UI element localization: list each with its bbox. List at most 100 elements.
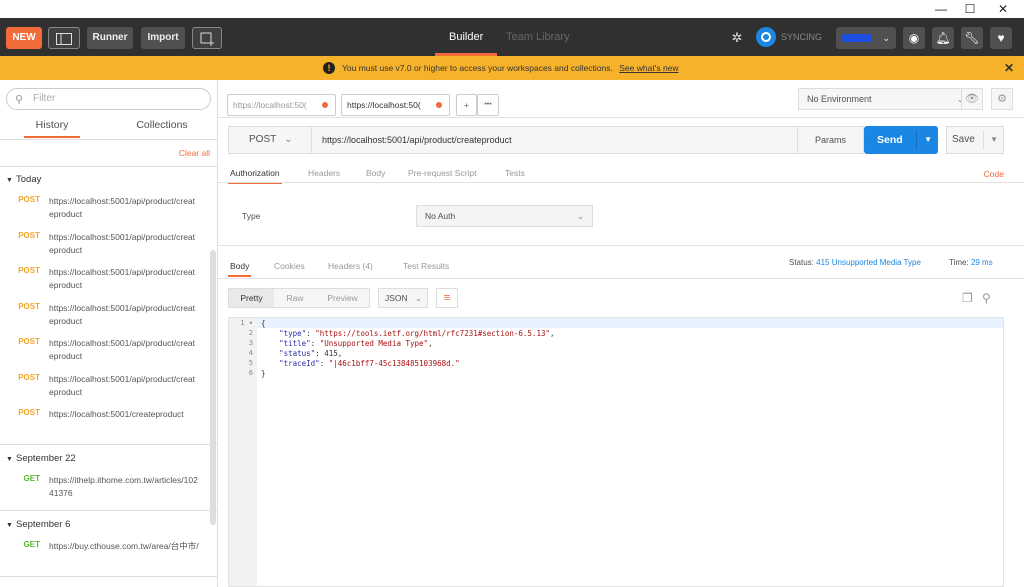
format-select[interactable]: JSON ⌄ — [378, 288, 428, 308]
method-badge: GET — [23, 540, 40, 549]
search-icon[interactable]: ⚲ — [982, 291, 991, 305]
sidebar-toggle-icon — [56, 33, 72, 45]
copy-icon[interactable]: ❐ — [962, 291, 973, 305]
tab-body[interactable]: Body — [366, 168, 385, 178]
tab-response-headers[interactable]: Headers (4) — [328, 261, 373, 271]
tab-history[interactable]: History — [0, 118, 104, 138]
method-badge: POST — [18, 195, 40, 204]
sidebar: ⚲ Filter History Collections Clear all ▼… — [0, 80, 218, 587]
time-label: Time: — [949, 258, 969, 267]
minimize-button[interactable]: — — [926, 1, 956, 17]
code-link[interactable]: Code — [984, 169, 1004, 179]
method-badge: POST — [18, 373, 40, 382]
request-tab[interactable]: https://localhost:50( — [341, 94, 450, 116]
status-value: 415 Unsupported Media Type — [816, 258, 921, 267]
line-number: 1 ▾ — [240, 319, 253, 327]
search-input[interactable]: ⚲ Filter — [6, 88, 211, 110]
tab-headers[interactable]: Headers — [308, 168, 340, 178]
history-group-september-6[interactable]: ▼ September 6 — [6, 519, 70, 530]
wrench-icon[interactable]: 🔧︎ — [961, 27, 983, 49]
runner-button[interactable]: Runner — [87, 27, 133, 49]
gear-icon[interactable]: ⚙ — [991, 88, 1013, 110]
history-url: https://ithelp.ithome.com.tw/articles/10… — [49, 475, 198, 498]
environment-select[interactable]: No Environment⌄ — [798, 88, 973, 110]
chevron-down-icon: ⌄ — [576, 211, 584, 221]
interceptor-icon[interactable]: ✲ — [728, 29, 746, 47]
response-status: Status: 415 Unsupported Media Type — [789, 258, 921, 267]
sidebar-toggle-button[interactable] — [48, 27, 80, 49]
method-select[interactable]: POST ⌄ — [229, 127, 312, 153]
save-button[interactable]: Save ▼ — [946, 126, 1004, 154]
tab-pre-request-script[interactable]: Pre-request Script — [408, 168, 477, 178]
maximize-button[interactable]: ☐ — [955, 1, 985, 17]
divider — [218, 245, 1024, 246]
view-raw-button[interactable]: Raw — [274, 289, 316, 307]
radar-icon[interactable]: ◉ — [903, 27, 925, 49]
chevron-down-icon: ⌄ — [284, 134, 293, 145]
send-button[interactable]: Send ▼ — [864, 126, 938, 154]
import-button[interactable]: Import — [141, 27, 185, 49]
auth-type-select[interactable]: No Auth ⌄ — [416, 205, 593, 227]
bell-icon[interactable]: 🔔︎ — [932, 27, 954, 49]
response-time: Time: 29 ms — [949, 258, 993, 267]
environment-value: No Environment — [807, 94, 872, 104]
new-window-button[interactable] — [192, 27, 222, 49]
group-label: Today — [16, 174, 42, 185]
tab-tests[interactable]: Tests — [505, 168, 525, 178]
auth-type-label: Type — [242, 211, 261, 221]
more-tabs-button[interactable]: ••• — [477, 94, 499, 116]
close-icon[interactable]: ✕ — [1004, 56, 1014, 80]
history-group-september-22[interactable]: ▼ September 22 — [6, 453, 76, 464]
params-button[interactable]: Params — [797, 127, 863, 153]
view-mode-group: Pretty Raw Preview — [228, 288, 370, 308]
code-line: "traceId": "|46c1bff7-45c138485103968d." — [279, 359, 460, 368]
chevron-down-icon[interactable]: ▼ — [990, 127, 998, 153]
chevron-down-icon: ⌄ — [414, 293, 422, 303]
chevron-down-icon[interactable]: ▼ — [924, 126, 932, 154]
history-url: https://localhost:5001/api/product/creat… — [49, 374, 196, 397]
divider — [0, 576, 218, 577]
tab-response-body[interactable]: Body — [227, 261, 252, 277]
group-label: September 6 — [16, 519, 71, 530]
url-bar: POST ⌄ https://localhost:5001/api/product… — [228, 126, 864, 154]
banner-link[interactable]: See what's new — [619, 63, 678, 73]
add-tab-button[interactable]: + — [456, 94, 477, 116]
close-window-button[interactable]: ✕ — [988, 1, 1018, 17]
auth-type-value: No Auth — [425, 211, 456, 221]
url-input[interactable]: https://localhost:5001/api/product/creat… — [322, 127, 512, 153]
divider — [218, 117, 1024, 118]
separator — [916, 130, 917, 150]
history-url: https://localhost:5001/createproduct — [49, 409, 184, 419]
clear-all-button[interactable]: Clear all — [179, 148, 210, 158]
line-number: 4 — [248, 349, 253, 357]
response-editor[interactable]: 1 ▾ 2 3 4 5 6 { "type": "https://tools.i… — [228, 317, 1004, 587]
new-button[interactable]: NEW — [6, 27, 42, 49]
user-menu[interactable]: ⌄ — [836, 27, 896, 49]
eye-icon[interactable]: 👁︎ — [961, 88, 983, 110]
tab-builder[interactable]: Builder — [434, 18, 498, 56]
history-url: https://localhost:5001/api/product/creat… — [49, 232, 196, 255]
sync-icon[interactable] — [756, 27, 776, 47]
tab-collections[interactable]: Collections — [110, 118, 214, 138]
divider — [218, 182, 1024, 183]
warning-icon: ! — [323, 62, 335, 74]
heart-icon[interactable]: ♥ — [990, 27, 1012, 49]
tab-test-results[interactable]: Test Results — [403, 261, 449, 271]
history-url: https://localhost:5001/api/product/creat… — [49, 303, 196, 326]
divider — [0, 510, 218, 511]
tab-team-library[interactable]: Team Library — [506, 18, 570, 56]
view-preview-button[interactable]: Preview — [316, 289, 369, 307]
caret-down-icon: ▼ — [6, 522, 13, 529]
wrap-lines-icon[interactable]: ≡ — [436, 288, 458, 308]
tab-authorization[interactable]: Authorization — [228, 168, 282, 184]
sidebar-scrollbar[interactable] — [210, 250, 216, 525]
view-pretty-button[interactable]: Pretty — [229, 289, 274, 307]
tab-cookies[interactable]: Cookies — [274, 261, 305, 271]
history-group-today[interactable]: ▼ Today — [6, 174, 41, 185]
history-url: https://localhost:5001/api/product/creat… — [49, 267, 196, 290]
active-line — [257, 318, 1003, 328]
banner-text: You must use v7.0 or higher to access yo… — [342, 63, 613, 73]
code-line: "title": "Unsupported Media Type", — [279, 339, 433, 348]
request-tab[interactable]: https://localhost:50( — [227, 94, 336, 116]
time-value: 29 ms — [970, 258, 993, 267]
